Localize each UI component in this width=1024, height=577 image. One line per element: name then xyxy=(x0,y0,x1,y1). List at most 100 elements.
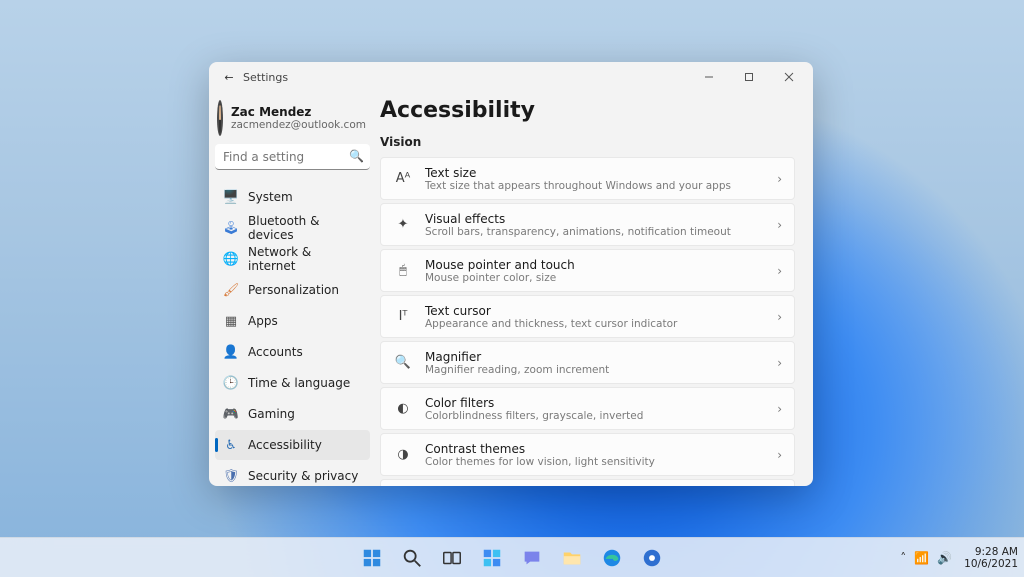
sidebar-item-label: Security & privacy xyxy=(248,469,358,483)
sidebar-item-time-language[interactable]: 🕒 Time & language xyxy=(215,368,370,398)
app-title: Settings xyxy=(241,71,689,84)
sidebar-item-security-privacy[interactable]: 🛡 Security & privacy xyxy=(215,461,370,486)
sidebar-item-gaming[interactable]: 🎮 Gaming xyxy=(215,399,370,429)
taskbar-widgets-button[interactable] xyxy=(474,540,510,576)
taskbar-file-explorer-button[interactable] xyxy=(554,540,590,576)
titlebar: ← Settings xyxy=(209,62,813,92)
network-icon: 🌐 xyxy=(223,251,239,267)
settings-item-mouse-pointer-and-touch[interactable]: 🖱Mouse pointer and touchMouse pointer co… xyxy=(380,249,795,292)
text-size-icon: Aᴬ xyxy=(393,171,413,186)
main-content: Accessibility Vision Aᴬ Text sizeText size… xyxy=(376,92,813,486)
sidebar: Zac Mendez zacmendez@outlook.com 🔍 🖥️ Sys… xyxy=(209,92,376,486)
sidebar-item-label: Accessibility xyxy=(248,438,322,452)
profile-email: zacmendez@outlook.com xyxy=(231,119,366,131)
personalization-icon: 🖌 xyxy=(223,282,239,298)
settings-item-visual-effects[interactable]: ✦ Visual effectsScroll bars, transparency… xyxy=(380,203,795,246)
volume-icon[interactable]: 🔊 xyxy=(937,551,952,565)
settings-window: ← Settings Zac Mendez zacmendez@outlook.… xyxy=(209,62,813,486)
gaming-icon: 🎮 xyxy=(223,406,239,422)
chevron-right-icon: › xyxy=(777,310,782,324)
nav-list: 🖥️ System 🕹 Bluetooth & devices 🌐 Network & i… xyxy=(215,182,370,486)
settings-item-title: Color filters xyxy=(425,396,777,410)
settings-item-desc: Colorblindness filters, grayscale, inver… xyxy=(425,410,777,422)
mouse-pointer-icon: 🖱 xyxy=(393,263,413,278)
sidebar-item-accounts[interactable]: 👤 Accounts xyxy=(215,337,370,367)
settings-item-desc: Scroll bars, transparency, animations, n… xyxy=(425,226,777,238)
settings-item-magnifier[interactable]: 🔍 MagnifierMagnifier reading, zoom increm… xyxy=(380,341,795,384)
clock-date: 10/6/2021 xyxy=(964,558,1018,570)
chevron-right-icon: › xyxy=(777,264,782,278)
page-title: Accessibility xyxy=(380,98,795,123)
sidebar-item-label: Personalization xyxy=(248,283,339,297)
sidebar-item-label: Time & language xyxy=(248,376,350,390)
minimize-button[interactable] xyxy=(689,62,729,92)
back-button[interactable]: ← xyxy=(217,71,241,84)
bluetooth-icon: 🕹 xyxy=(223,220,239,236)
settings-item-desc: Text size that appears throughout Window… xyxy=(425,180,777,192)
settings-item-desc: Color themes for low vision, light sensi… xyxy=(425,456,777,468)
profile[interactable]: Zac Mendez zacmendez@outlook.com xyxy=(215,94,370,144)
avatar xyxy=(217,100,223,136)
search-input[interactable] xyxy=(215,144,370,170)
security-icon: 🛡 xyxy=(223,468,239,484)
search-icon: 🔍 xyxy=(349,149,364,163)
clock-time: 9:28 AM xyxy=(964,546,1018,558)
accounts-icon: 👤 xyxy=(223,344,239,360)
settings-item-title: Visual effects xyxy=(425,212,777,226)
color-filters-icon: ◐ xyxy=(393,401,413,416)
settings-item-desc: Appearance and thickness, text cursor in… xyxy=(425,318,777,330)
chevron-right-icon: › xyxy=(777,448,782,462)
sidebar-item-label: Gaming xyxy=(248,407,295,421)
sidebar-item-label: Accounts xyxy=(248,345,303,359)
wifi-icon[interactable]: 📶 xyxy=(914,551,929,565)
chevron-right-icon: › xyxy=(777,356,782,370)
visual-effects-icon: ✦ xyxy=(393,217,413,232)
taskbar-task-view-button[interactable] xyxy=(434,540,470,576)
settings-item-color-filters[interactable]: ◐ Color filtersColorblindness filters, gr… xyxy=(380,387,795,430)
sidebar-item-bluetooth-devices[interactable]: 🕹 Bluetooth & devices xyxy=(215,213,370,243)
profile-name: Zac Mendez xyxy=(231,105,366,119)
accessibility-icon: ♿ xyxy=(223,437,239,453)
apps-icon: ▦ xyxy=(223,313,239,329)
settings-item-text-cursor[interactable]: Iᵀ Text cursorAppearance and thickness, t… xyxy=(380,295,795,338)
time-language-icon: 🕒 xyxy=(223,375,239,391)
taskbar-right: ˄ 📶 🔊 9:28 AM 10/6/2021 xyxy=(900,538,1018,577)
text-cursor-icon: Iᵀ xyxy=(393,309,413,324)
clock[interactable]: 9:28 AM 10/6/2021 xyxy=(964,546,1018,570)
sidebar-item-label: Bluetooth & devices xyxy=(248,214,362,242)
settings-item-title: Magnifier xyxy=(425,350,777,364)
system-icon: 🖥️ xyxy=(223,189,239,205)
maximize-button[interactable] xyxy=(729,62,769,92)
sidebar-item-network-internet[interactable]: 🌐 Network & internet xyxy=(215,244,370,274)
sidebar-item-accessibility[interactable]: ♿ Accessibility xyxy=(215,430,370,460)
settings-item-desc: Magnifier reading, zoom increment xyxy=(425,364,777,376)
taskbar-start-button[interactable] xyxy=(354,540,390,576)
settings-item-narrator[interactable]: 🗣NarratorVoice, verbosity, keyboard, bra… xyxy=(380,479,795,486)
taskbar-chat-button[interactable] xyxy=(514,540,550,576)
sidebar-item-label: Network & internet xyxy=(248,245,362,273)
magnifier-icon: 🔍 xyxy=(393,355,413,370)
sidebar-item-personalization[interactable]: 🖌 Personalization xyxy=(215,275,370,305)
chevron-right-icon: › xyxy=(777,218,782,232)
settings-item-title: Contrast themes xyxy=(425,442,777,456)
settings-item-text-size[interactable]: Aᴬ Text sizeText size that appears throug… xyxy=(380,157,795,200)
settings-item-title: Mouse pointer and touch xyxy=(425,258,777,272)
close-button[interactable] xyxy=(769,62,809,92)
section-heading: Vision xyxy=(380,135,795,149)
chevron-right-icon: › xyxy=(777,172,782,186)
chevron-right-icon: › xyxy=(777,402,782,416)
settings-item-contrast-themes[interactable]: ◑Contrast themesColor themes for low vis… xyxy=(380,433,795,476)
search-box[interactable]: 🔍 xyxy=(215,144,370,170)
settings-item-title: Text size xyxy=(425,166,777,180)
tray-chevron-up-icon[interactable]: ˄ xyxy=(900,551,906,565)
taskbar-center xyxy=(354,540,670,576)
sidebar-item-label: Apps xyxy=(248,314,278,328)
sidebar-item-apps[interactable]: ▦ Apps xyxy=(215,306,370,336)
taskbar-search-button[interactable] xyxy=(394,540,430,576)
sidebar-item-system[interactable]: 🖥️ System xyxy=(215,182,370,212)
taskbar-settings-app-button[interactable] xyxy=(634,540,670,576)
settings-item-title: Text cursor xyxy=(425,304,777,318)
sidebar-item-label: System xyxy=(248,190,293,204)
taskbar-edge-button[interactable] xyxy=(594,540,630,576)
taskbar: ˄ 📶 🔊 9:28 AM 10/6/2021 xyxy=(0,537,1024,577)
